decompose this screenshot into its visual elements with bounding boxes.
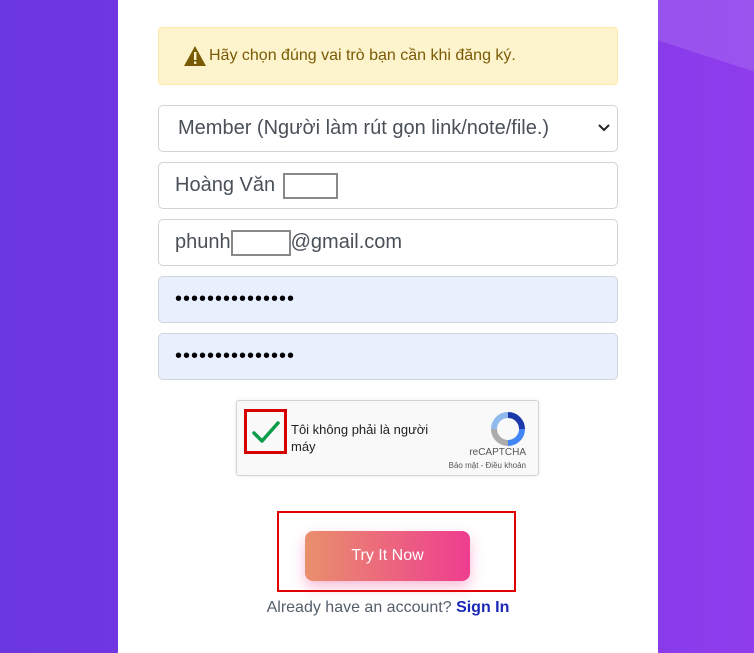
email-input[interactable]: phunh @gmail.com (158, 219, 618, 266)
role-select-value: Member (Người làm rút gọn link/note/file… (178, 117, 550, 139)
confirm-password-mask: ••••••••••••••• (175, 345, 296, 367)
checkmark-icon (251, 420, 280, 443)
chevron-down-icon (598, 124, 610, 132)
warning-icon (184, 46, 206, 66)
signin-prompt: Already have an account? Sign In (118, 599, 658, 617)
recaptcha-checkbox[interactable] (244, 409, 287, 454)
redaction-box (230, 229, 291, 256)
recaptcha-brand: reCAPTCHA (469, 447, 526, 458)
password-input[interactable]: ••••••••••••••• (158, 276, 618, 323)
alert-text: Hãy chọn đúng vai trò bạn cần khi đăng k… (209, 47, 516, 64)
redaction-box (283, 172, 339, 199)
role-warning-alert: Hãy chọn đúng vai trò bạn cần khi đăng k… (158, 27, 618, 85)
password-mask: ••••••••••••••• (175, 288, 296, 310)
email-prefix: phunh (175, 231, 231, 253)
recaptcha-terms-link[interactable]: Bảo mật - Điều khoản (449, 461, 526, 470)
email-suffix: @gmail.com (290, 231, 403, 253)
role-select[interactable]: Member (Người làm rút gọn link/note/file… (158, 105, 618, 152)
full-name-value: Hoàng Văn (175, 174, 276, 196)
signup-card: Hãy chọn đúng vai trò bạn cần khi đăng k… (118, 0, 658, 653)
sign-in-link[interactable]: Sign In (456, 599, 509, 616)
confirm-password-input[interactable]: ••••••••••••••• (158, 333, 618, 380)
signin-prompt-text: Already have an account? (266, 599, 452, 616)
recaptcha-widget: Tôi không phải là người máy reCAPTCHA Bả… (236, 400, 539, 476)
recaptcha-label: Tôi không phải là người máy (291, 422, 429, 454)
try-it-now-button[interactable]: Try It Now (305, 531, 470, 581)
full-name-input[interactable]: Hoàng Văn (158, 162, 618, 209)
recaptcha-logo-icon (491, 412, 525, 446)
